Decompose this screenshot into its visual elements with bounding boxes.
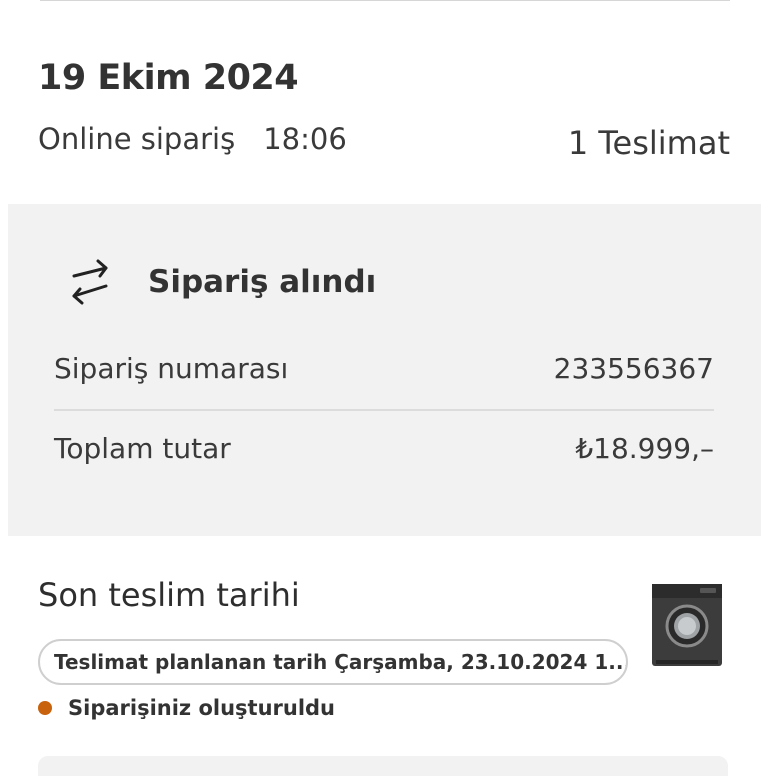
swap-arrows-icon [72, 259, 108, 305]
order-status-line: Siparişiniz oluşturuldu [38, 696, 335, 720]
total-label: Toplam tutar [54, 432, 231, 465]
deadline-label: Son teslim tarihi [38, 576, 300, 614]
order-number-label: Sipariş numarası [54, 352, 289, 385]
washing-machine-icon[interactable] [650, 582, 724, 668]
order-time: 18:06 [263, 122, 347, 156]
status-title: Sipariş alındı [148, 264, 377, 300]
order-status-card: Sipariş alındı Sipariş numarası 23355636… [8, 204, 761, 536]
order-meta: Online sipariş 18:06 [38, 122, 347, 156]
delivery-count[interactable]: 1 Teslimat [568, 124, 730, 162]
top-divider [40, 0, 730, 1]
row-divider [54, 409, 714, 411]
status-dot-icon [38, 701, 52, 715]
delivery-date-pill[interactable]: Teslimat planlanan tarih Çarşamba, 23.10… [38, 639, 628, 685]
order-status-text: Siparişiniz oluşturuldu [68, 696, 336, 720]
total-value: ₺18.999,– [575, 432, 714, 465]
total-row: Toplam tutar ₺18.999,– [54, 432, 714, 465]
order-number-row: Sipariş numarası 233556367 [54, 352, 714, 385]
next-card-top [38, 756, 728, 776]
order-channel: Online sipariş [38, 122, 236, 156]
order-date: 19 Ekim 2024 [38, 58, 299, 98]
order-number-value: 233556367 [553, 352, 714, 385]
